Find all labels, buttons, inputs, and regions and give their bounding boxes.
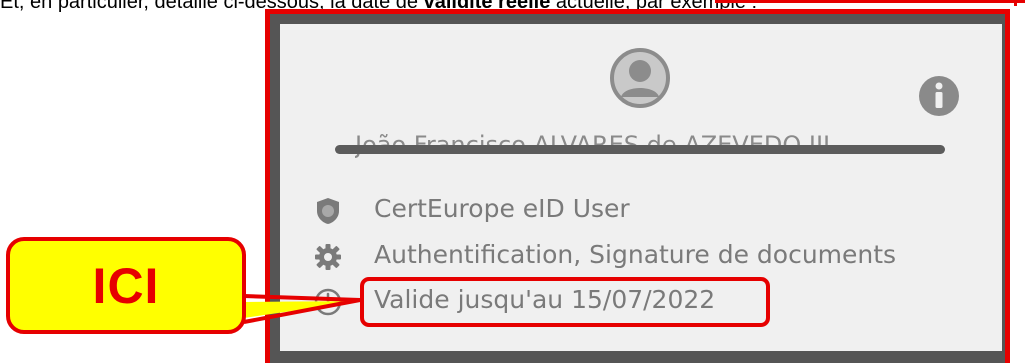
certificate-usage: Authentification, Signature de documents xyxy=(374,240,897,269)
info-icon[interactable] xyxy=(917,74,961,118)
user-avatar-icon xyxy=(610,48,670,108)
name-redaction-line xyxy=(335,145,945,154)
top-red-rule-end xyxy=(1014,0,1017,6)
top-red-rule xyxy=(715,0,1025,3)
certificate-type: CertEurope eID User xyxy=(374,194,630,223)
clock-icon xyxy=(314,288,342,316)
gear-icon xyxy=(315,244,341,270)
validity-highlight-box xyxy=(360,277,770,327)
callout-label: ICI xyxy=(92,257,160,314)
shield-icon xyxy=(317,198,339,224)
